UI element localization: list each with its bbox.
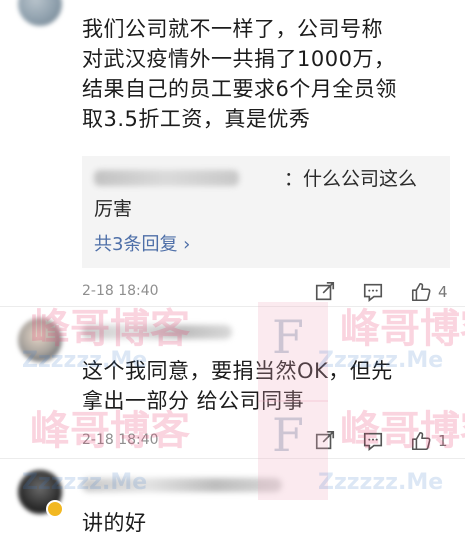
comment-meta: 2-18 18:40 1	[82, 430, 453, 454]
verified-badge-icon	[46, 500, 64, 518]
like-count: 1	[438, 432, 448, 450]
comment-text: 我们公司就不一样了，公司号称 对武汉疫情外一共捐了1000万， 结果自己的员工要…	[82, 17, 397, 131]
view-replies-link[interactable]: 共3条回复 ›	[94, 230, 190, 256]
avatar[interactable]	[18, 0, 62, 26]
share-icon[interactable]	[314, 430, 336, 452]
username[interactable]	[82, 478, 282, 492]
comment-icon[interactable]	[362, 430, 384, 452]
avatar[interactable]	[18, 318, 62, 362]
share-icon[interactable]	[314, 281, 336, 303]
thumbs-up-icon[interactable]	[410, 430, 432, 452]
comment-meta: 2-18 18:40 4	[82, 281, 453, 305]
divider	[0, 306, 465, 307]
reply-text: ：什么公司这么 厉害	[94, 168, 418, 220]
comment-time: 2-18 18:40	[82, 432, 159, 448]
thumbs-up-icon[interactable]	[410, 281, 432, 303]
reply-preview[interactable]: ：什么公司这么 厉害 共3条回复 ›	[82, 156, 450, 268]
like-count: 4	[438, 283, 448, 301]
comment-time: 2-18 18:40	[82, 283, 159, 299]
comment-icon[interactable]	[362, 281, 384, 303]
username[interactable]	[82, 325, 232, 339]
watermark-url: Zzzzzz.Me	[318, 470, 444, 495]
comment-text: 讲的好	[82, 511, 147, 535]
comment-text: 这个我同意，要捐当然OK，但先 拿出一部分 给公司同事	[82, 359, 393, 413]
divider	[0, 458, 465, 459]
